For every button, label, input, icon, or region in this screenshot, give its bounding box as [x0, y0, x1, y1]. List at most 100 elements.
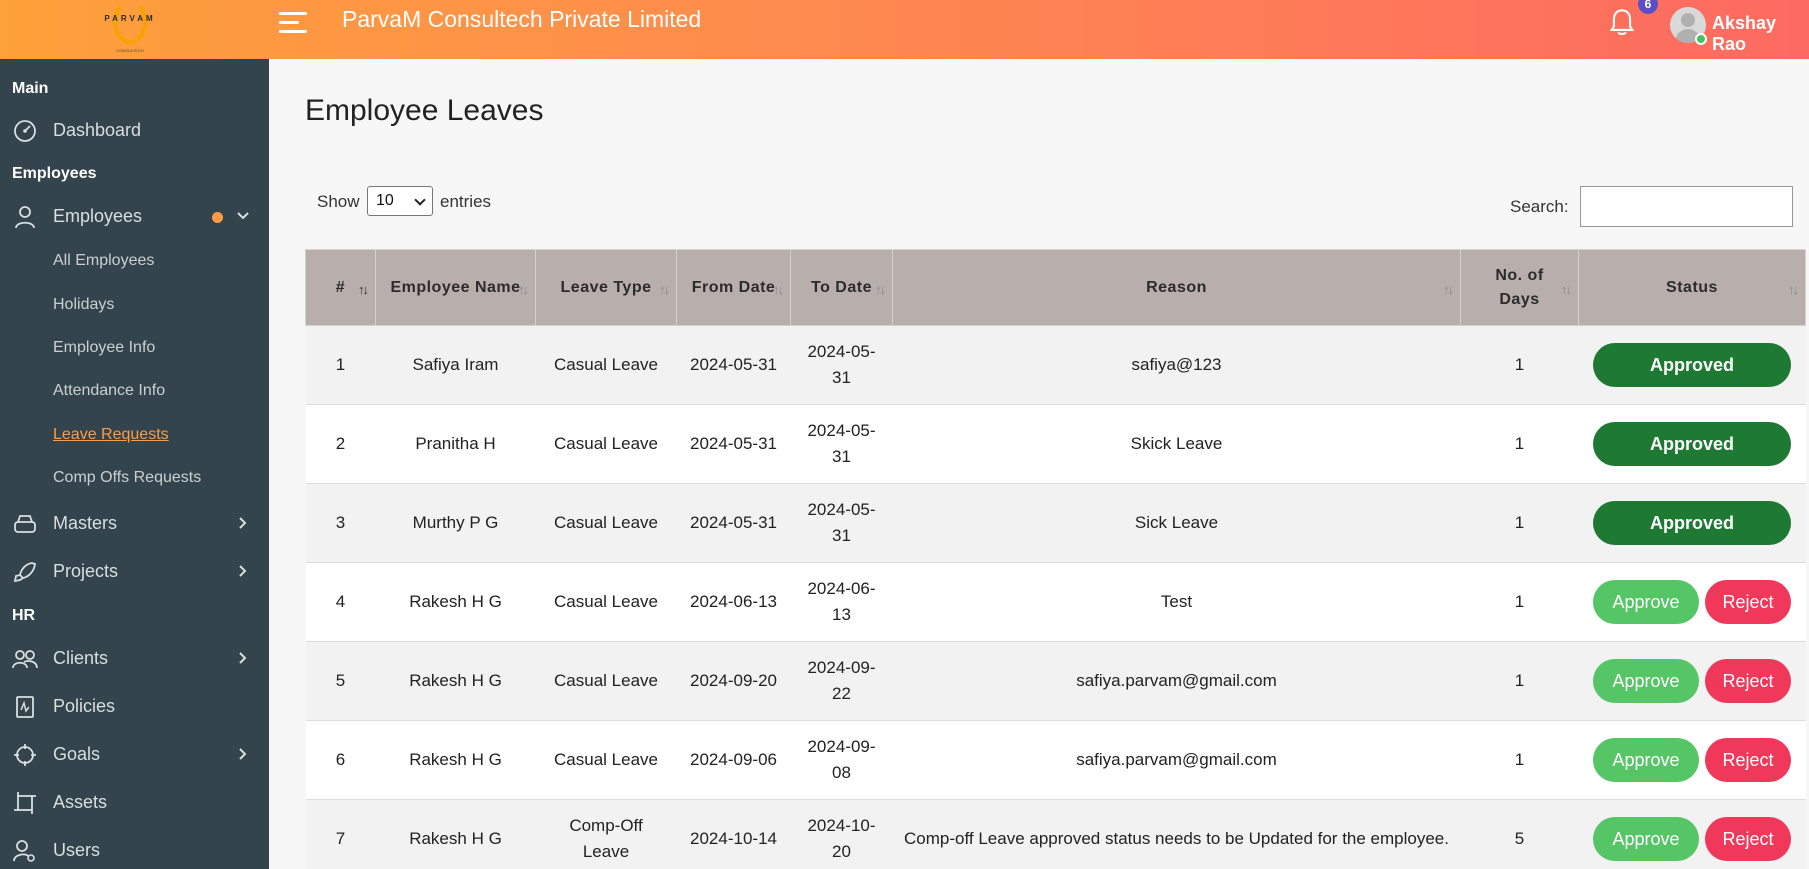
table-row: 1 Safiya Iram Casual Leave 2024-05-31 2024-0… [305, 325, 1806, 405]
cell-number: 5 [305, 641, 376, 721]
notification-badge: 6 [1638, 0, 1658, 14]
cell-to-date: 2024-10-20 [790, 799, 893, 869]
reject-button[interactable]: Reject [1705, 659, 1791, 703]
approved-status-button[interactable]: Approved [1593, 501, 1791, 545]
cell-number: 4 [305, 562, 376, 642]
sort-icon: ↑↓ [659, 282, 670, 297]
cell-employee-name: Rakesh H G [375, 799, 536, 869]
cell-number: 7 [305, 799, 376, 869]
sidebar-item-label: Clients [53, 648, 109, 668]
cell-no-of-days: 1 [1460, 720, 1579, 800]
cell-leave-type: Casual Leave [535, 483, 677, 563]
document-icon [16, 696, 34, 718]
cell-leave-type: Casual Leave [535, 720, 677, 800]
chevron-down-icon [237, 212, 249, 220]
sidebar-item-goals[interactable]: Goals [0, 735, 269, 775]
chevron-right-icon [239, 652, 247, 664]
cell-reason: Comp-off Leave approved status needs to … [892, 799, 1461, 869]
sidebar-item-dashboard[interactable]: Dashboard [0, 111, 269, 151]
column-header-from-date[interactable]: From Date ↑↓ [676, 249, 791, 326]
column-header-no-of-days[interactable]: No. of Days ↑↓ [1460, 249, 1579, 326]
page-title: Employee Leaves [305, 94, 544, 127]
cell-from-date: 2024-06-13 [676, 562, 791, 642]
approved-status-button[interactable]: Approved [1593, 343, 1791, 387]
sidebar-item-clients[interactable]: Clients [0, 639, 269, 679]
approved-status-button[interactable]: Approved [1593, 422, 1791, 466]
table-row: 2 Pranitha H Casual Leave 2024-05-31 2024-05… [305, 404, 1806, 484]
sidebar-item-label: Goals [53, 744, 101, 764]
cell-reason: safiya.parvam@gmail.com [892, 641, 1461, 721]
cell-leave-type: Casual Leave [535, 562, 677, 642]
sidebar-item-holidays[interactable]: Holidays [53, 296, 114, 314]
search-input[interactable] [1580, 186, 1793, 227]
sort-icon: ↑↓ [1443, 282, 1454, 297]
section-title-employees: Employees [12, 165, 97, 182]
table-row: 3 Murthy P G Casual Leave 2024-05-31 2024-05… [305, 483, 1806, 563]
cell-leave-type: Casual Leave [535, 404, 677, 484]
sidebar-item-employees[interactable]: Employees [0, 197, 269, 237]
table-header-row: # ↑↓ Employee Name ↑↓ Leave Type ↑↓ From Da… [305, 249, 1806, 326]
parvam-logo[interactable]: PARVAM CONSULTECH [95, 0, 165, 55]
approve-button[interactable]: Approve [1593, 580, 1699, 624]
hamburger-menu-icon[interactable] [279, 12, 307, 34]
sort-icon: ↑↓ [773, 282, 784, 297]
approve-button[interactable]: Approve [1593, 659, 1699, 703]
column-header-to-date[interactable]: To Date ↑↓ [790, 249, 893, 326]
column-header-reason[interactable]: Reason ↑↓ [892, 249, 1461, 326]
cell-to-date: 2024-05-31 [790, 325, 893, 405]
cell-employee-name: Rakesh H G [375, 562, 536, 642]
sidebar-item-policies[interactable]: Policies [0, 687, 269, 727]
column-header-number[interactable]: # ↑↓ [305, 249, 376, 326]
column-header-status[interactable]: Status ↑↓ [1578, 249, 1806, 326]
cell-leave-type: Casual Leave [535, 641, 677, 721]
sidebar-item-label: Masters [53, 513, 118, 533]
reject-button[interactable]: Reject [1705, 738, 1791, 782]
cell-employee-name: Safiya Iram [375, 325, 536, 405]
column-header-employee-name[interactable]: Employee Name ↑↓ [375, 249, 536, 326]
cell-status: Approved [1578, 325, 1806, 405]
sidebar-item-projects[interactable]: Projects [0, 552, 269, 592]
user-name[interactable]: Akshay Rao [1712, 13, 1809, 55]
entries-per-page-value: 10 [376, 192, 394, 209]
cell-leave-type: Comp-Off Leave [535, 799, 677, 869]
cell-status: Approve Reject [1578, 720, 1806, 800]
cell-status: Approve Reject [1578, 641, 1806, 721]
entries-per-page-select[interactable]: 10 [367, 186, 433, 216]
cell-employee-name: Rakesh H G [375, 641, 536, 721]
sort-icon: ↑↓ [1561, 282, 1572, 297]
cell-leave-type: Casual Leave [535, 325, 677, 405]
cell-status: Approved [1578, 404, 1806, 484]
cell-from-date: 2024-05-31 [676, 483, 791, 563]
sidebar-item-attendance-info[interactable]: Attendance Info [53, 382, 165, 400]
cell-number: 6 [305, 720, 376, 800]
chevron-right-icon [239, 517, 247, 529]
sidebar-item-masters[interactable]: Masters [0, 504, 269, 544]
column-header-leave-type[interactable]: Leave Type ↑↓ [535, 249, 677, 326]
sidebar-item-assets[interactable]: Assets [0, 783, 269, 823]
table-row: 7 Rakesh H G Comp-Off Leave 2024-10-14 2024-… [305, 799, 1806, 869]
sidebar-item-label: Projects [53, 561, 119, 581]
sidebar-item-users[interactable]: Users [0, 831, 269, 869]
user-icon [15, 206, 35, 229]
cell-reason: Sick Leave [892, 483, 1461, 563]
sidebar-item-leave-requests[interactable]: Leave Requests [53, 426, 169, 444]
table-row: 4 Rakesh H G Casual Leave 2024-06-13 2024-06… [305, 562, 1806, 642]
approve-button[interactable]: Approve [1593, 738, 1699, 782]
cell-no-of-days: 1 [1460, 562, 1579, 642]
section-title-hr: HR [12, 607, 36, 624]
dashboard-gauge-icon [14, 120, 36, 142]
bell-icon[interactable] [1608, 8, 1636, 38]
crop-icon [14, 792, 36, 814]
reject-button[interactable]: Reject [1705, 817, 1791, 862]
sort-icon: ↑↓ [518, 282, 529, 297]
reject-button[interactable]: Reject [1705, 580, 1791, 624]
cell-no-of-days: 1 [1460, 641, 1579, 721]
sidebar-item-comp-offs-requests[interactable]: Comp Offs Requests [53, 469, 201, 487]
top-header: PARVAM CONSULTECH ParvaM Consultech Priv… [0, 0, 1809, 59]
approve-button[interactable]: Approve [1593, 817, 1699, 862]
sidebar-item-all-employees[interactable]: All Employees [53, 252, 154, 270]
sidebar-item-label: Policies [53, 696, 116, 716]
table-row: 5 Rakesh H G Casual Leave 2024-09-20 2024-09… [305, 641, 1806, 721]
sidebar-item-employee-info[interactable]: Employee Info [53, 339, 155, 357]
cell-status: Approve Reject [1578, 562, 1806, 642]
